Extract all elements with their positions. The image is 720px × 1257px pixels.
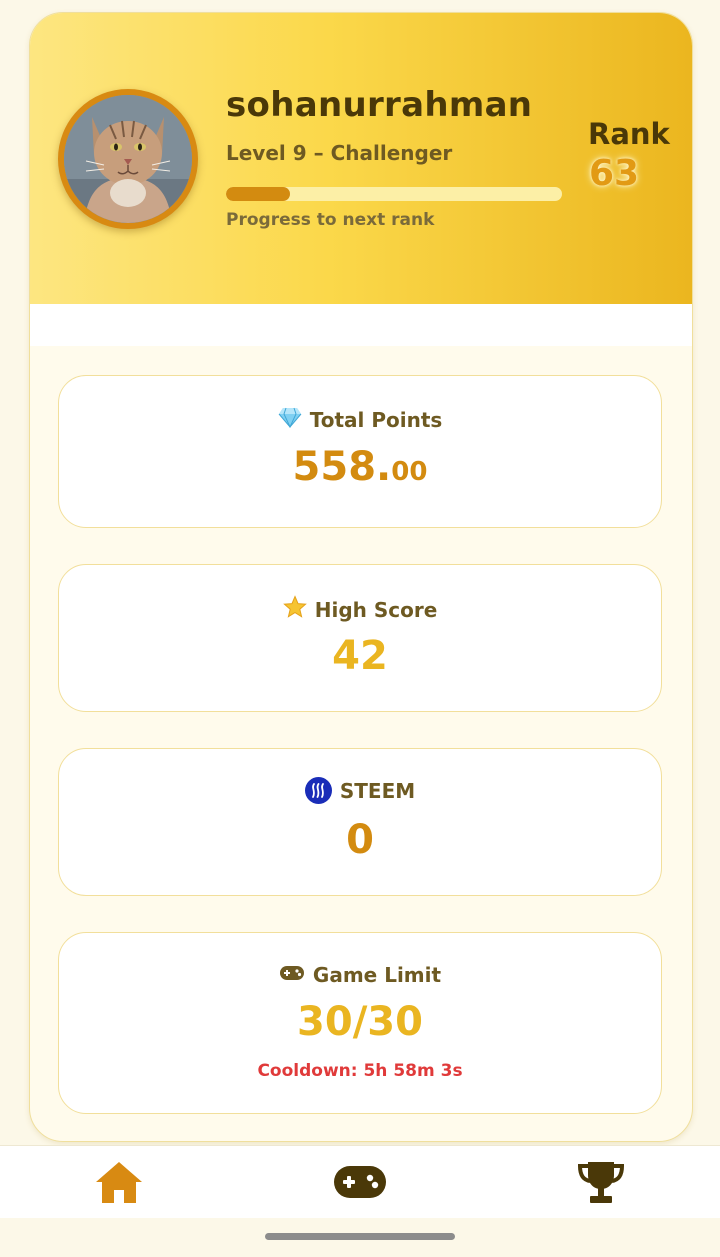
game-limit-label: Game Limit — [312, 963, 442, 987]
nav-games[interactable] — [330, 1156, 390, 1208]
star-icon — [282, 595, 307, 624]
rank-progress-bar — [226, 187, 562, 201]
game-limit-title: Game Limit — [59, 963, 661, 987]
game-limit-card: Game Limit 30/30 Cooldown: 5h 58m 3s — [58, 932, 662, 1114]
home-indicator[interactable] — [265, 1233, 455, 1240]
rank-label: Rank — [588, 117, 670, 151]
steem-label: STEEM — [339, 778, 416, 803]
level-text: Level 9 – Challenger — [226, 141, 453, 165]
username: sohanurrahman — [226, 85, 533, 125]
total-points-integer: 558. — [292, 444, 392, 490]
nav-home[interactable] — [89, 1156, 149, 1208]
header-divider — [30, 304, 692, 346]
progress-label: Progress to next rank — [226, 210, 435, 230]
cooldown-text: Cooldown: 5h 58m 3s — [257, 1061, 463, 1081]
rank-value: 63 — [588, 153, 640, 194]
high-score-card: High Score 42 — [58, 564, 662, 712]
total-points-value: 558.00 — [59, 444, 661, 490]
bottom-nav — [0, 1145, 720, 1218]
steem-title: STEEM — [59, 777, 661, 804]
gamepad-icon — [334, 1166, 386, 1198]
rank-progress-fill — [226, 187, 290, 201]
total-points-label: Total Points — [309, 407, 443, 432]
high-score-value: 42 — [332, 633, 388, 679]
steem-card: STEEM 0 — [58, 748, 662, 896]
avatar[interactable] — [58, 89, 198, 229]
avatar-image — [64, 95, 192, 223]
trophy-icon — [577, 1162, 625, 1203]
home-icon — [96, 1162, 142, 1203]
game-limit-value: 30/30 — [297, 999, 423, 1045]
total-points-title: Total Points — [59, 406, 661, 433]
high-score-label: High Score — [314, 597, 438, 622]
profile-card: sohanurrahman Level 9 – Challenger Progr… — [29, 12, 693, 1142]
high-score-title: High Score — [59, 595, 661, 624]
gem-icon — [278, 406, 302, 433]
steem-icon — [304, 777, 332, 804]
total-points-decimals: 00 — [391, 457, 428, 487]
total-points-card: Total Points 558.00 — [58, 375, 662, 528]
gamepad-icon — [279, 963, 305, 987]
nav-leaderboard[interactable] — [571, 1156, 631, 1208]
steem-value: 0 — [346, 817, 374, 863]
